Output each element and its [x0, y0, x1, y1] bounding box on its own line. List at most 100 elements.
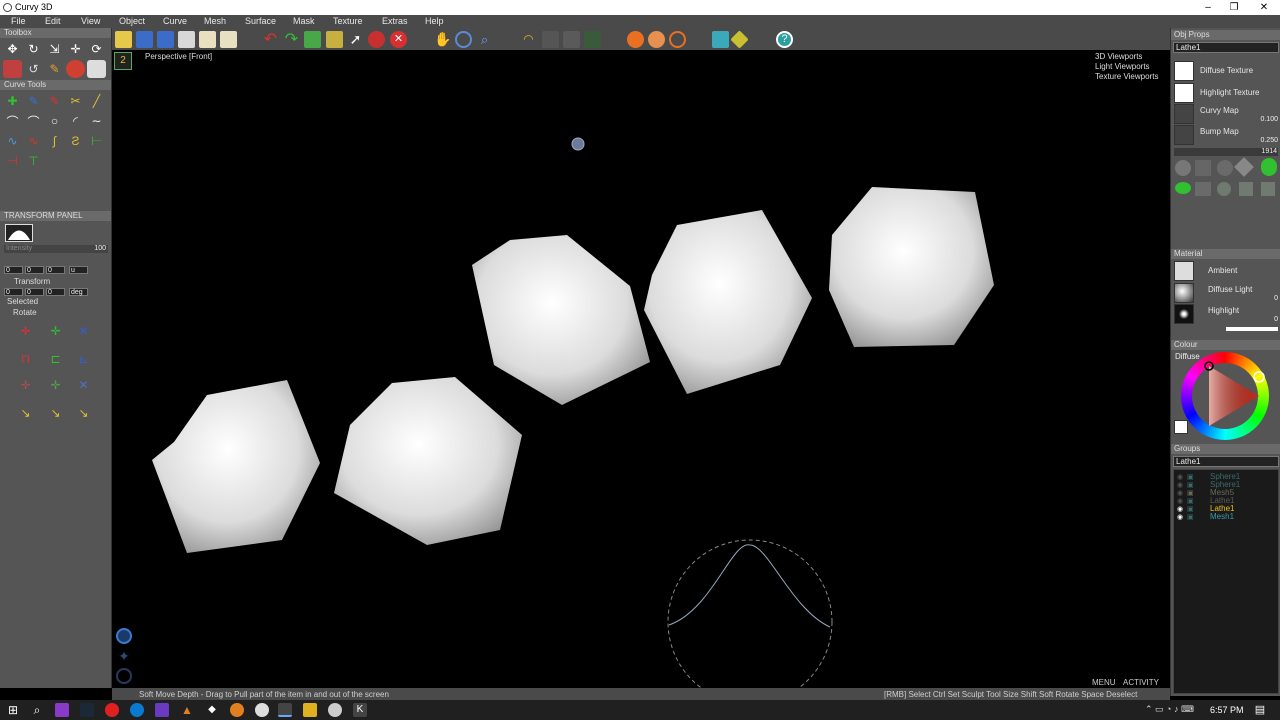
smooth-icon[interactable]: ∿: [3, 132, 22, 150]
lock-icon[interactable]: ▣: [1187, 513, 1195, 521]
steam-icon[interactable]: [80, 703, 94, 717]
grid-view-icon[interactable]: [712, 31, 729, 48]
group-name-field[interactable]: Lathe1: [1173, 456, 1279, 467]
orbit-icon[interactable]: [455, 31, 472, 48]
step-icon[interactable]: Ƨ: [66, 132, 85, 150]
opera-icon[interactable]: [105, 703, 119, 717]
ellipse-icon[interactable]: ◜: [66, 112, 85, 130]
save-icon[interactable]: [136, 31, 153, 48]
reset-y-icon[interactable]: ↘: [46, 404, 65, 422]
light-icon[interactable]: ◠: [520, 31, 537, 48]
3d-viewport[interactable]: 2 Perspective [Front] 3D Viewports Light…: [112, 50, 1170, 688]
mesh-object-4[interactable]: [644, 210, 812, 394]
curvy-map-thumb[interactable]: [1174, 104, 1194, 124]
mesh-object-2[interactable]: [334, 377, 522, 545]
diffuse-texture-row[interactable]: Diffuse Texture: [1174, 61, 1278, 81]
grid-toggle-icon[interactable]: [584, 31, 601, 48]
snap-icon[interactable]: [730, 30, 749, 49]
sphere-render-icon[interactable]: [627, 31, 644, 48]
delete-icon[interactable]: ✕: [390, 31, 407, 48]
vlc-icon[interactable]: ▲: [180, 703, 194, 717]
menu-curve[interactable]: Curve: [163, 16, 187, 26]
eye-icon[interactable]: ◉: [1177, 473, 1185, 481]
lock-shade-icon[interactable]: [1239, 182, 1253, 196]
diffuse-light-thumb[interactable]: [1174, 283, 1194, 303]
pos-z-field[interactable]: 0: [46, 266, 65, 274]
menu-file[interactable]: File: [11, 16, 26, 26]
reset-z-icon[interactable]: ↘: [74, 404, 93, 422]
move-axis-icon[interactable]: ✛: [66, 40, 85, 58]
resolution-slider[interactable]: 1914: [1174, 148, 1278, 156]
ambient-thumb[interactable]: [1174, 261, 1194, 281]
bump-map-thumb[interactable]: [1174, 125, 1194, 145]
shade-flat-icon[interactable]: [1195, 160, 1211, 176]
menu-object[interactable]: Object: [119, 16, 145, 26]
align-3-icon[interactable]: ⊤: [24, 152, 43, 170]
select-arrow-icon[interactable]: ➚: [347, 31, 364, 48]
cylinder-icon[interactable]: [1261, 158, 1277, 176]
disc-icon[interactable]: [1175, 182, 1191, 194]
align-icon[interactable]: ⊢: [87, 132, 106, 150]
lock-icon[interactable]: ▣: [1187, 489, 1195, 497]
camera-gizmo-icon[interactable]: ✦: [116, 648, 132, 664]
pos-y-field[interactable]: 0: [25, 266, 44, 274]
eye-icon[interactable]: ◉: [1177, 513, 1185, 521]
delete-object-icon[interactable]: [368, 31, 385, 48]
rot-x-field[interactable]: 0: [4, 288, 23, 296]
eye-icon[interactable]: ◉: [1177, 497, 1185, 505]
import-icon[interactable]: [178, 31, 195, 48]
mirror-z-icon[interactable]: ✕: [74, 376, 93, 394]
flip-y-icon[interactable]: ⊏: [46, 350, 65, 368]
new-object-icon[interactable]: [304, 31, 321, 48]
shade-sphere-icon[interactable]: [1217, 160, 1233, 176]
redo-icon[interactable]: ↷: [283, 31, 300, 48]
paint-icon[interactable]: [3, 60, 22, 78]
taskbar-clock[interactable]: 6:57 PM: [1210, 705, 1244, 715]
shade-diamond-icon[interactable]: [1234, 157, 1254, 177]
uv-icon[interactable]: [1195, 182, 1211, 196]
curve-icon[interactable]: ⌒: [24, 112, 43, 130]
open-folder-icon[interactable]: [115, 31, 132, 48]
highlight-texture-row[interactable]: Highlight Texture: [1174, 83, 1278, 103]
curvy-map-row[interactable]: Curvy Map 0.100: [1174, 104, 1278, 124]
maximize-button[interactable]: ❐: [1222, 1, 1246, 14]
sphere-mesh-icon[interactable]: [669, 31, 686, 48]
mirror-shade-icon[interactable]: [1217, 182, 1231, 196]
eye-icon[interactable]: ◉: [1177, 489, 1185, 497]
rotate-axis-icon[interactable]: ⟳: [87, 40, 106, 58]
notification-icon[interactable]: ▤: [1253, 703, 1267, 717]
pos-unit-field[interactable]: u: [69, 266, 88, 274]
undo-icon[interactable]: ↶: [262, 31, 279, 48]
menu-view[interactable]: View: [81, 16, 100, 26]
pan-hand-icon[interactable]: ✋: [434, 31, 451, 48]
color-picker-icon[interactable]: [66, 60, 85, 78]
mesh-object-1[interactable]: [152, 380, 320, 553]
export-icon[interactable]: [199, 31, 216, 48]
edge-icon[interactable]: [130, 703, 144, 717]
export-2-icon[interactable]: [220, 31, 237, 48]
rotate-x-icon[interactable]: ✛: [16, 322, 35, 340]
curvy-taskbar-icon[interactable]: [278, 703, 292, 717]
zoom-icon[interactable]: ⌕: [476, 31, 493, 48]
app-icon-4[interactable]: K: [353, 703, 367, 717]
menu-surface[interactable]: Surface: [245, 16, 276, 26]
move-icon[interactable]: ✥: [3, 40, 22, 58]
viewport-activity-button[interactable]: ACTIVITY: [1123, 678, 1159, 687]
mirror-x-icon[interactable]: ✛: [16, 376, 35, 394]
shade-smooth-icon[interactable]: [1175, 160, 1191, 176]
axis-gizmo-icon[interactable]: [116, 628, 132, 644]
line-icon[interactable]: ╱: [87, 92, 106, 110]
rotate-y-icon[interactable]: ✛: [46, 322, 65, 340]
menu-edit[interactable]: Edit: [45, 16, 61, 26]
help-icon[interactable]: ?: [776, 31, 793, 48]
close-button[interactable]: ✕: [1252, 1, 1276, 14]
add-curve-icon[interactable]: ✎: [24, 92, 43, 110]
brush-icon[interactable]: ✎: [45, 60, 64, 78]
deform-icon[interactable]: ↺: [24, 60, 43, 78]
minimize-button[interactable]: –: [1196, 1, 1220, 14]
material-slider[interactable]: [1226, 327, 1278, 331]
intensity-slider[interactable]: Intensity 100: [4, 245, 108, 253]
menu-texture[interactable]: Texture: [333, 16, 363, 26]
diffuse-light-row[interactable]: Diffuse Light 0: [1174, 283, 1278, 303]
smooth-curve-icon[interactable]: ∼: [87, 112, 106, 130]
